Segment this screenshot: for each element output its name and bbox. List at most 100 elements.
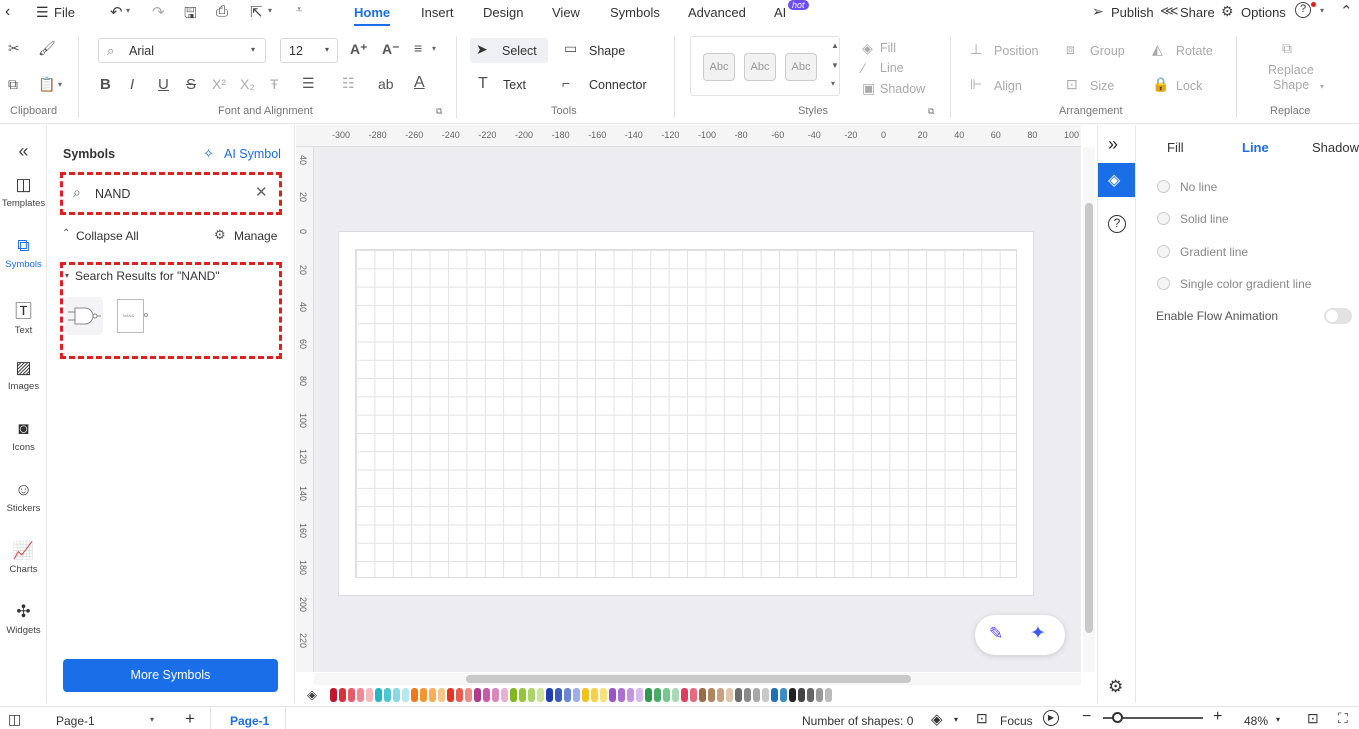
scroll-up-icon[interactable]: ▲ bbox=[831, 41, 839, 50]
connector-button[interactable]: Connector bbox=[589, 78, 647, 92]
subscript-icon[interactable]: X₂ bbox=[240, 76, 255, 92]
color-swatch[interactable] bbox=[537, 687, 544, 702]
help-dropdown-icon[interactable]: ▾ bbox=[1320, 6, 1324, 15]
tab-ai[interactable]: AI bbox=[774, 5, 786, 20]
undo-dropdown-icon[interactable]: ▾ bbox=[126, 6, 130, 15]
cut-icon[interactable]: ✂ bbox=[8, 40, 20, 57]
group-button[interactable]: Group bbox=[1090, 44, 1125, 58]
color-swatch[interactable] bbox=[762, 687, 769, 702]
sidebar-item-symbols[interactable]: ⧉ Symbols bbox=[0, 236, 47, 270]
layers-icon[interactable]: ◈ bbox=[931, 710, 943, 728]
zoom-in-icon[interactable]: + bbox=[1213, 708, 1222, 726]
color-swatch[interactable] bbox=[690, 687, 697, 702]
color-swatch[interactable] bbox=[411, 687, 418, 702]
increase-font-icon[interactable]: A⁺ bbox=[350, 41, 368, 58]
color-swatch[interactable] bbox=[348, 687, 355, 702]
color-swatch[interactable] bbox=[546, 687, 553, 702]
ai-symbol-button[interactable]: AI Symbol bbox=[224, 147, 281, 161]
collapse-panel-icon[interactable]: « bbox=[0, 141, 47, 162]
publish-button[interactable]: Publish bbox=[1111, 5, 1154, 20]
more-symbols-button[interactable]: More Symbols bbox=[63, 659, 278, 692]
text-button[interactable]: Text bbox=[503, 78, 526, 92]
color-swatch[interactable] bbox=[465, 687, 472, 702]
color-swatch[interactable] bbox=[447, 687, 454, 702]
shadow-button[interactable]: Shadow bbox=[880, 82, 925, 96]
print-icon[interactable]: ⎙ bbox=[216, 3, 228, 20]
color-swatch[interactable] bbox=[492, 687, 499, 702]
color-swatch[interactable] bbox=[591, 687, 598, 702]
color-swatch[interactable] bbox=[429, 687, 436, 702]
color-swatch[interactable] bbox=[483, 687, 490, 702]
page-tab[interactable]: Page-1 bbox=[230, 714, 269, 728]
sidebar-item-widgets[interactable]: ✣ Widgets bbox=[0, 602, 47, 636]
color-swatch[interactable] bbox=[636, 687, 643, 702]
align-icon[interactable]: ≡ bbox=[414, 40, 422, 56]
tab-symbols[interactable]: Symbols bbox=[610, 5, 660, 20]
sidebar-item-stickers[interactable]: ☺ Stickers bbox=[0, 480, 47, 514]
chevron-down-icon[interactable]: ▾ bbox=[150, 715, 154, 724]
color-swatch[interactable] bbox=[573, 687, 580, 702]
play-icon[interactable]: ▶ bbox=[1043, 710, 1059, 726]
color-swatch[interactable] bbox=[555, 687, 562, 702]
ai-sparkle-icon[interactable]: ✦ bbox=[1030, 622, 1046, 645]
superscript-icon[interactable]: X² bbox=[212, 76, 226, 92]
font-color-icon[interactable]: A bbox=[414, 74, 425, 92]
bullet-list-icon[interactable]: ☷ bbox=[342, 75, 355, 92]
text-case-icon[interactable]: ab bbox=[378, 76, 394, 92]
color-swatch[interactable] bbox=[708, 687, 715, 702]
sidebar-item-charts[interactable]: 📈 Charts bbox=[0, 541, 47, 575]
options-button[interactable]: Options bbox=[1241, 5, 1286, 20]
magic-wand-icon[interactable]: ✎ bbox=[989, 624, 1003, 644]
sidebar-item-text[interactable]: 🅃 Text bbox=[0, 297, 47, 336]
color-swatch[interactable] bbox=[501, 687, 508, 702]
color-swatch[interactable] bbox=[582, 687, 589, 702]
style-swatch[interactable]: Abc bbox=[744, 53, 776, 81]
replace-shape-line2[interactable]: Shape bbox=[1273, 78, 1309, 92]
replace-shape-line1[interactable]: Replace bbox=[1268, 63, 1314, 77]
underline-icon[interactable]: U bbox=[158, 76, 169, 93]
decrease-font-icon[interactable]: A⁻ bbox=[382, 41, 400, 58]
text-format-icon[interactable]: Ŧ bbox=[270, 76, 279, 92]
color-swatch[interactable] bbox=[600, 687, 607, 702]
replace-dropdown-icon[interactable]: ▾ bbox=[1320, 82, 1324, 91]
copy-icon[interactable]: ⧉ bbox=[8, 76, 18, 93]
color-swatch[interactable] bbox=[393, 687, 400, 702]
style-swatch[interactable]: Abc bbox=[785, 53, 817, 81]
color-swatch[interactable] bbox=[825, 687, 832, 702]
more-tools-icon[interactable]: ⩡ bbox=[296, 4, 302, 17]
style-swatch[interactable]: Abc bbox=[703, 53, 735, 81]
color-swatch[interactable] bbox=[438, 687, 445, 702]
gradient-line-radio[interactable] bbox=[1157, 245, 1170, 258]
clear-icon[interactable]: ✕ bbox=[255, 183, 268, 201]
focus-button[interactable]: Focus bbox=[1000, 714, 1033, 728]
color-swatch[interactable] bbox=[699, 687, 706, 702]
sidebar-item-icons[interactable]: ◙ Icons bbox=[0, 419, 47, 453]
color-swatch[interactable] bbox=[789, 687, 796, 702]
color-swatch[interactable] bbox=[519, 687, 526, 702]
format-painter-icon[interactable]: 🖌 bbox=[38, 40, 56, 57]
fit-page-icon[interactable]: ⊡ bbox=[1307, 710, 1319, 727]
color-swatch[interactable] bbox=[780, 687, 787, 702]
color-swatch[interactable] bbox=[807, 687, 814, 702]
expand-icon[interactable]: ⧉ bbox=[928, 106, 934, 117]
lock-button[interactable]: Lock bbox=[1176, 79, 1202, 93]
chevron-down-icon[interactable]: ▾ bbox=[954, 715, 958, 724]
zoom-out-icon[interactable]: − bbox=[1082, 708, 1091, 726]
color-swatch[interactable] bbox=[384, 687, 391, 702]
position-button[interactable]: Position bbox=[994, 44, 1038, 58]
fill-button[interactable]: Fill bbox=[880, 41, 896, 55]
color-swatch[interactable] bbox=[510, 687, 517, 702]
color-swatch[interactable] bbox=[726, 687, 733, 702]
color-swatch[interactable] bbox=[663, 687, 670, 702]
manage-button[interactable]: Manage bbox=[234, 229, 277, 243]
page-select[interactable]: Page-1 bbox=[56, 714, 95, 728]
redo-icon[interactable]: ↷ bbox=[152, 3, 165, 21]
color-swatch[interactable] bbox=[771, 687, 778, 702]
line-button[interactable]: Line bbox=[880, 61, 904, 75]
rotate-button[interactable]: Rotate bbox=[1176, 44, 1213, 58]
font-family-select[interactable]: ⌕ Arial ▾ bbox=[98, 38, 266, 63]
select-button[interactable]: ➤ Select bbox=[470, 38, 548, 63]
color-swatch[interactable] bbox=[654, 687, 661, 702]
chevron-down-icon[interactable]: ▾ bbox=[65, 271, 69, 280]
menu-icon[interactable]: ☰ bbox=[36, 4, 49, 21]
